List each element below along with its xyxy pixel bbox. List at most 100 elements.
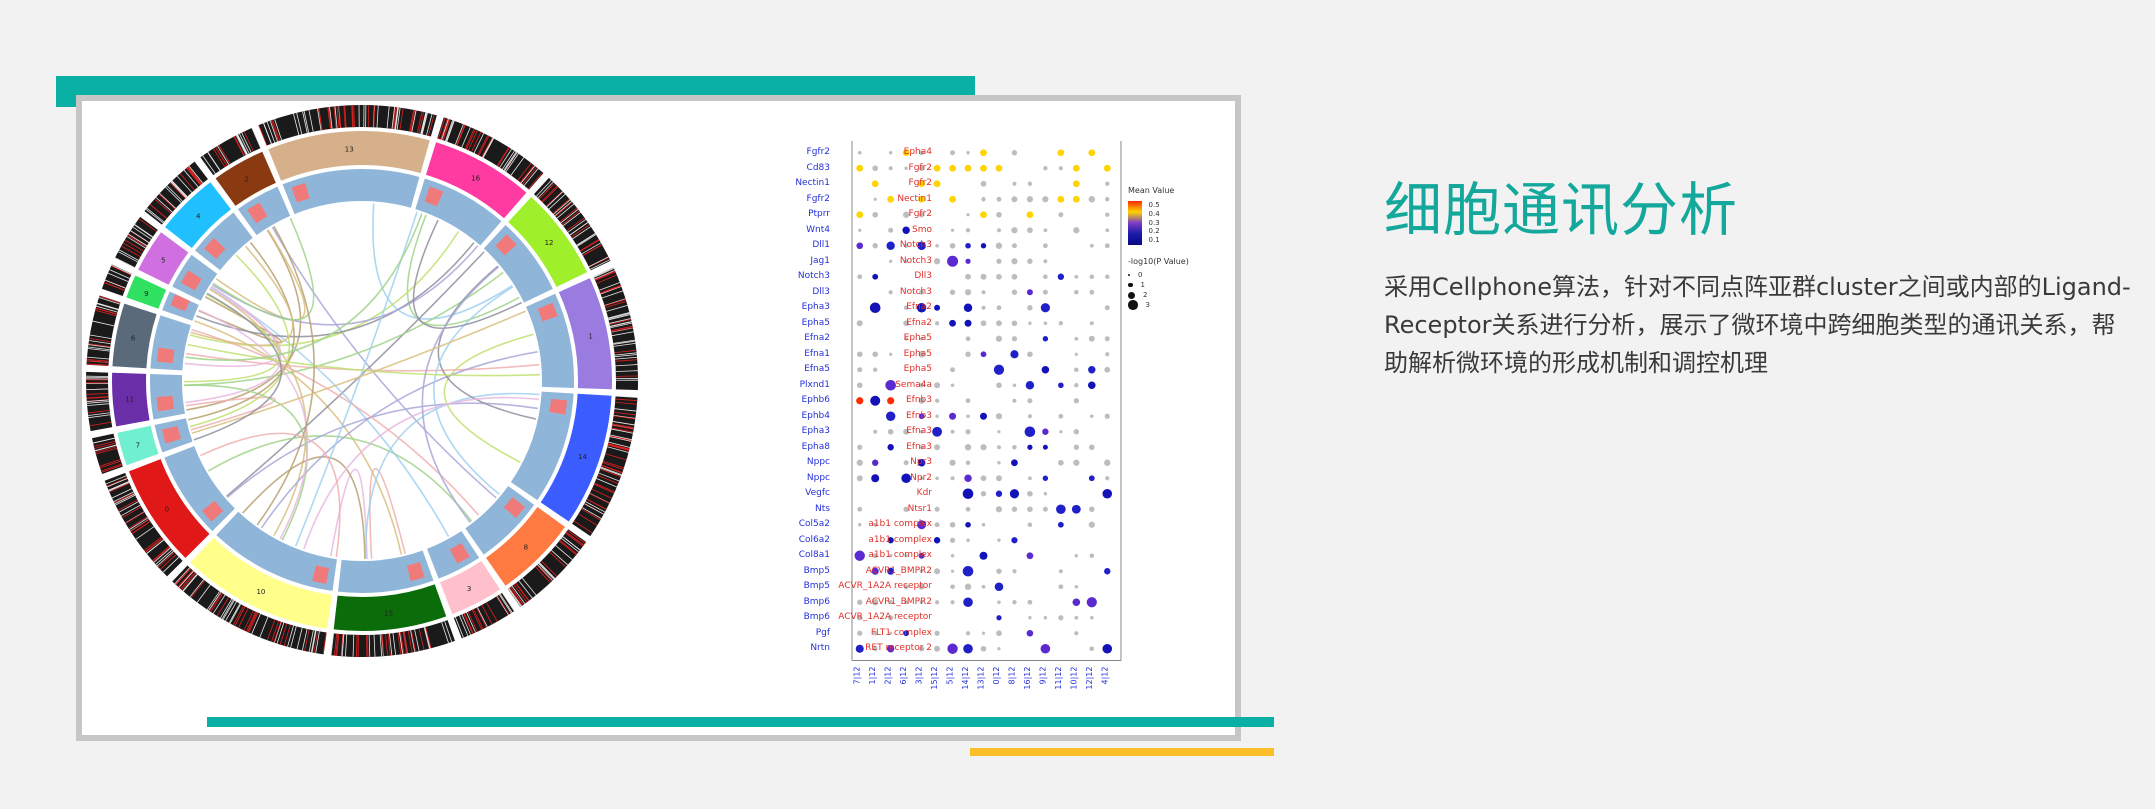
size-legend-row: 3 <box>1128 300 1228 310</box>
dotplot-dot <box>934 522 940 528</box>
size-legend-label: 2 <box>1143 291 1148 299</box>
receptor-label: Dll3 <box>914 271 932 281</box>
dotplot-dot <box>962 488 974 500</box>
dotplot-dot <box>964 444 972 451</box>
dotplot-x-tick: 15|12 <box>930 667 939 690</box>
dotplot-dot <box>1011 196 1018 203</box>
dotplot-dot <box>1058 382 1064 389</box>
dotplot-dot <box>980 320 987 327</box>
size-legend-label: 3 <box>1145 301 1150 309</box>
dotplot-dot <box>1026 552 1034 560</box>
dotplot-dot <box>950 584 955 590</box>
receptor-label: Epha5 <box>903 364 932 374</box>
dotplot-dot <box>979 551 988 560</box>
dotplot-dot <box>965 273 971 280</box>
dotplot-dot <box>995 413 1003 420</box>
dotplot-dot <box>1026 289 1033 296</box>
dotplot-dot <box>1104 336 1110 342</box>
dotplot-dot <box>1104 413 1110 419</box>
dotplot-dot <box>1089 646 1095 652</box>
dotplot-dot <box>964 474 972 482</box>
receptor-label: Ntsr1 <box>907 503 932 514</box>
colorbar-ticks: 0.5 0.4 0.3 0.2 0.1 <box>1149 201 1160 245</box>
dotplot-dot <box>949 459 956 466</box>
dotplot-dot <box>980 645 987 652</box>
receptor-label: Efna3 <box>906 441 932 452</box>
dotplot-dot <box>1073 227 1080 234</box>
dotplot-dot <box>995 242 1003 249</box>
dotplot-dot <box>1088 366 1096 374</box>
dotplot-dot <box>1057 459 1064 466</box>
dotplot-dot <box>1042 444 1048 450</box>
dotplot-dot <box>980 180 987 187</box>
receptor-label: FLT1 complex <box>870 627 932 638</box>
dotplot-dot <box>965 258 971 264</box>
dotplot-dot <box>1012 398 1017 403</box>
dotplot-dot <box>1028 321 1032 325</box>
receptor-label: Notch3 <box>899 240 932 250</box>
dotplot-dot <box>996 568 1002 574</box>
dotplot-dot <box>981 631 986 635</box>
receptor-label: Epha4 <box>903 147 932 157</box>
receptor-label: ACVR1_BMPR2 <box>865 565 932 576</box>
dotplot-x-tick: 9|12 <box>1038 667 1047 685</box>
receptor-label: Npr3 <box>910 457 932 467</box>
dotplot-dot <box>1011 273 1018 280</box>
dotplot-dot <box>1105 228 1110 233</box>
size-legend-row: 0 <box>1128 270 1228 280</box>
dotplot-dot <box>1074 352 1078 356</box>
mean-value-colorbar <box>1128 201 1142 245</box>
dotplot-x-tick: 3|12 <box>915 667 924 685</box>
dotplot-dot <box>966 538 970 543</box>
size-legend-dot <box>1128 291 1135 299</box>
dotplot-dot <box>1104 305 1110 311</box>
dotplot-dot <box>1027 258 1033 264</box>
dotplot-dot <box>1012 383 1017 388</box>
dotplot-dot <box>980 351 987 358</box>
dotplot-dot <box>1074 554 1079 558</box>
dotplot-dot <box>1027 444 1033 450</box>
size-legend-label: 1 <box>1140 281 1145 289</box>
dotplot-dot <box>997 538 1001 542</box>
dotplot-dot <box>1043 321 1048 326</box>
dotplot-dot <box>1073 398 1079 404</box>
dotplot-dot <box>980 412 987 420</box>
dotplot-dot <box>995 164 1003 172</box>
dotplot-dot <box>1042 475 1049 481</box>
dotplot-dot <box>981 197 986 202</box>
dotplot-dot <box>997 461 1001 465</box>
dotplot-dot <box>965 351 971 357</box>
size-legend-dot <box>1128 274 1130 276</box>
dotplot-dot <box>950 150 956 156</box>
pvalue-title: -log10(P Value) <box>1128 257 1189 266</box>
colorbar-tick: 0.1 <box>1148 236 1160 245</box>
receptor-label: Efna3 <box>906 426 932 436</box>
dotplot-dot <box>1058 212 1064 218</box>
dotplot-dot <box>1043 274 1048 280</box>
dotplot-dot <box>995 475 1002 482</box>
dotplot-dot <box>1042 506 1048 512</box>
dotplot-dot <box>1011 336 1018 342</box>
dotplot-dot <box>1074 615 1079 620</box>
dotplot-dot <box>1042 243 1048 249</box>
dotplot-dot <box>950 367 956 373</box>
dotplot-dot <box>964 289 972 296</box>
dotplot-dot <box>996 320 1002 327</box>
dotplot-x-tick: 11|12 <box>1054 667 1063 690</box>
dotplot-dot <box>1058 584 1064 590</box>
dotplot-dot <box>932 426 942 437</box>
dotplot-dot <box>934 630 940 636</box>
dotplot-dot <box>935 414 939 418</box>
dotplot-dot <box>1074 336 1079 341</box>
dotplot-dot <box>1027 490 1033 497</box>
receptor-label: Kdr <box>916 488 932 498</box>
dotplot-dot <box>995 506 1003 513</box>
dotplot-dot <box>965 228 971 233</box>
dotplot-dot <box>996 273 1002 280</box>
dotplot-dot <box>1026 629 1034 637</box>
dotplot-dot <box>1012 181 1017 186</box>
dotplot-dot <box>1024 426 1036 438</box>
receptor-label: Efna2 <box>906 302 932 312</box>
dotplot-dot <box>1074 383 1079 388</box>
dotplot-dot <box>1011 243 1017 249</box>
